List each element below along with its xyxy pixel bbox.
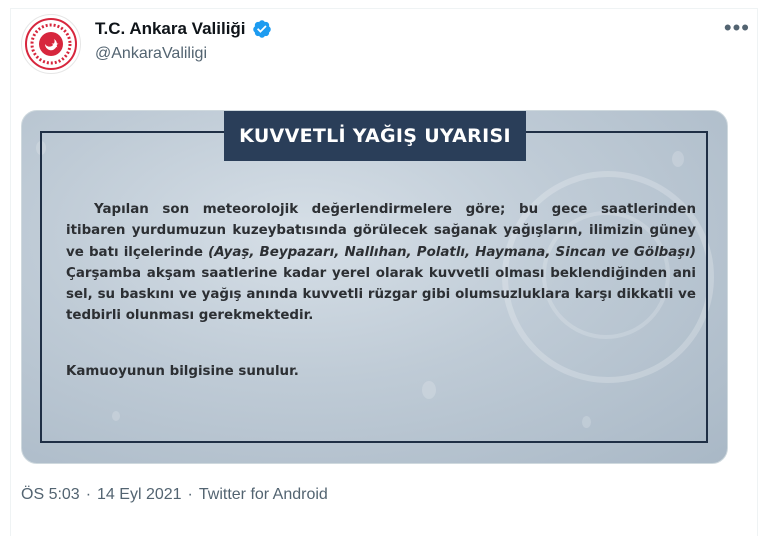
- tweet-time[interactable]: ÖS 5:03: [21, 486, 80, 504]
- meta-separator: ·: [187, 486, 193, 503]
- warning-title-banner: KUVVETLİ YAĞIŞ UYARISI: [224, 111, 526, 161]
- warning-text-after: Çarşamba akşam saatlerine kadar yerel ol…: [66, 265, 696, 324]
- warning-body: Yapılan son meteorolojik değerlendirmele…: [66, 199, 696, 327]
- verified-badge-icon: [252, 20, 271, 38]
- avatar[interactable]: [21, 14, 81, 74]
- warning-footer: Kamuoyunun bilgisine sunulur.: [66, 364, 299, 379]
- tweet-image[interactable]: KUVVETLİ YAĞIŞ UYARISI Yapılan son meteo…: [21, 110, 728, 464]
- ankara-governorship-seal-icon: [25, 18, 77, 70]
- tweet-meta: ÖS 5:03 · 14 Eyl 2021 · Twitter for Andr…: [21, 486, 328, 504]
- account-name-row: T.C. Ankara Valiliği: [95, 19, 272, 39]
- tweet-source[interactable]: Twitter for Android: [199, 486, 328, 504]
- warning-title: KUVVETLİ YAĞIŞ UYARISI: [239, 125, 511, 147]
- tweet-date[interactable]: 14 Eyl 2021: [97, 486, 182, 504]
- account-handle[interactable]: @AnkaraValiligi: [95, 45, 207, 63]
- warning-districts: (Ayaş, Beypazarı, Nallıhan, Polatlı, Hay…: [208, 244, 696, 260]
- more-options-icon[interactable]: •••: [724, 17, 750, 39]
- meta-separator: ·: [85, 486, 92, 503]
- account-name[interactable]: T.C. Ankara Valiliği: [95, 19, 246, 39]
